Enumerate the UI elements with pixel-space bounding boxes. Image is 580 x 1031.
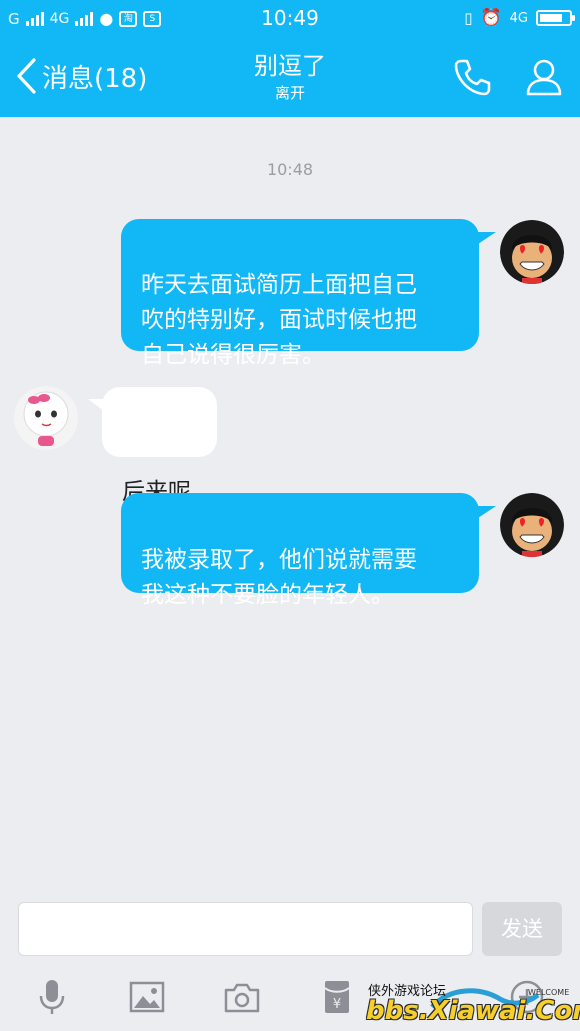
message-timestamp: 10:48 [266, 160, 314, 179]
battery-icon [536, 10, 575, 26]
network-label-2: 4G [509, 10, 528, 26]
message-text: 我被录取了，他们说就需要 我这种不要脸的年轻人。 [141, 547, 417, 608]
watermark-url: bbs.Xiawai.Com [366, 996, 580, 1026]
red-packet-icon: ¥ [324, 981, 350, 1013]
status-bar: G 4G ● 淘 S 10:49 ▯ ⏰ 4G [0, 0, 580, 37]
contact-avatar[interactable] [14, 386, 78, 450]
my-avatar[interactable] [500, 493, 564, 557]
image-button[interactable] [128, 978, 166, 1016]
presence-status: 离开 [274, 84, 305, 102]
message-text: 昨天去面试简历上面把自己 吹的特别好，面试时候也把 自己说得很厉害。 [141, 272, 417, 368]
send-button[interactable]: 发送 [482, 902, 562, 956]
svg-text:¥: ¥ [333, 997, 341, 1012]
bubble-tail [478, 506, 496, 518]
message-bubble-incoming[interactable]: 后来呢 [102, 387, 217, 505]
profile-button[interactable] [524, 57, 564, 97]
monkey-avatar-icon [500, 493, 564, 557]
back-label: 消息(18) [42, 63, 148, 94]
monkey-avatar-icon [500, 220, 564, 284]
alarm-icon: ⏰ [480, 8, 502, 28]
microphone-icon [39, 980, 65, 1014]
person-icon [526, 59, 562, 96]
girl-avatar-icon [14, 386, 78, 450]
vibrate-icon: ▯ [464, 9, 473, 27]
phone-call-button[interactable] [452, 57, 492, 97]
message-bubble-outgoing[interactable]: 我被录取了，他们说就需要 我这种不要脸的年轻人。 [121, 493, 479, 608]
back-button[interactable]: 消息(18) [14, 57, 147, 95]
camera-button[interactable] [223, 978, 261, 1016]
message-input[interactable] [18, 902, 473, 956]
chat-title: 别逗了 [254, 52, 326, 80]
message-bubble-outgoing[interactable]: 昨天去面试简历上面把自己 吹的特别好，面试时候也把 自己说得很厉害。 [121, 219, 479, 368]
nav-bar: 消息(18) 别逗了 离开 [0, 37, 580, 117]
camera-icon [224, 983, 260, 1013]
voice-button[interactable] [33, 978, 71, 1016]
image-icon [129, 981, 165, 1013]
my-avatar[interactable] [500, 220, 564, 284]
phone-icon [454, 59, 491, 96]
chevron-left-icon [17, 58, 36, 94]
bubble-tail [478, 232, 496, 244]
red-packet-button[interactable]: ¥ [318, 978, 356, 1016]
